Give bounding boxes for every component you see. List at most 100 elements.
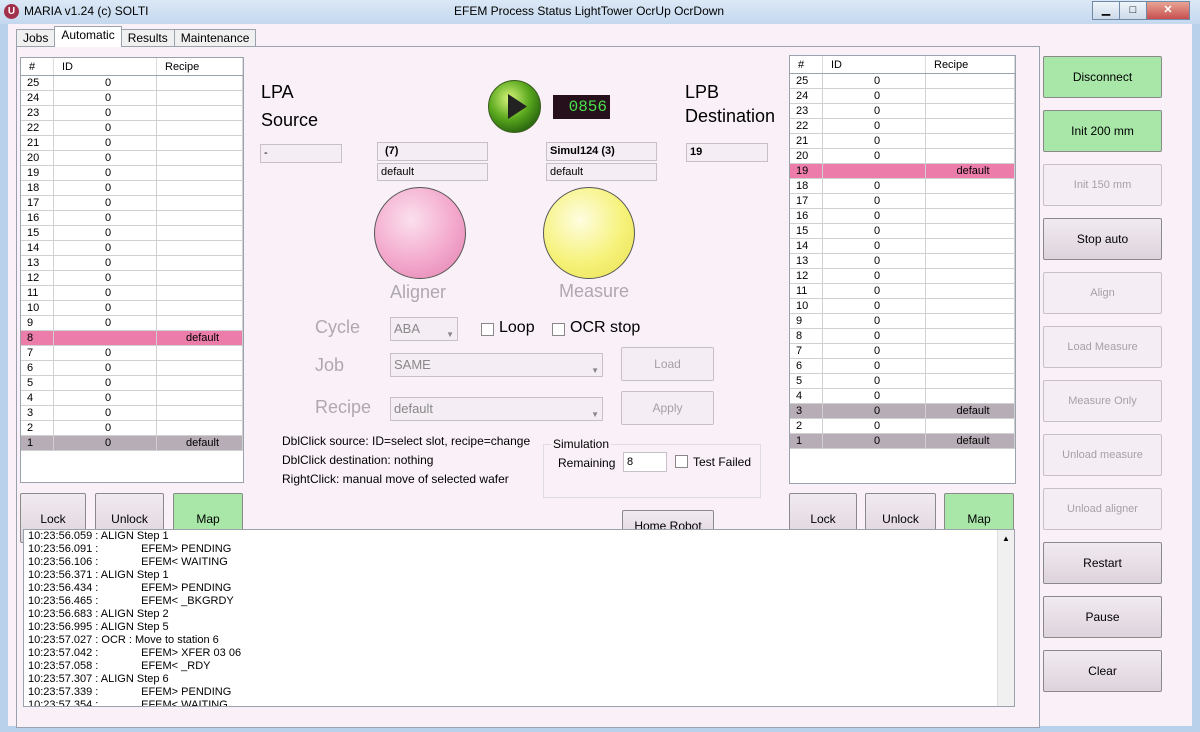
restart-button[interactable]: Restart [1043,542,1162,584]
lpa-slot-grid[interactable]: # ID Recipe 25 0 24 0 23 0 22 0 21 0 20 0 19 0 18 0 17 0 1… [20,57,244,483]
tab-results[interactable]: Results [120,29,175,47]
lpa-slot-row[interactable]: 18 0 [21,180,243,196]
init-150-mm-button[interactable]: Init 150 mm [1043,164,1162,206]
lpb-slot-row[interactable]: 24 0 [790,88,1015,104]
init-200-mm-button[interactable]: Init 200 mm [1043,110,1162,152]
clear-button[interactable]: Clear [1043,650,1162,692]
lpb-slot-row[interactable]: 19 default [790,163,1015,179]
lpb-slot-row[interactable]: 40 [790,388,1015,404]
lpa-slot-row[interactable]: 17 0 [21,195,243,211]
lpa-slot-row[interactable]: 50 [21,375,243,391]
wafer-recipe [156,225,243,241]
minimize-icon[interactable]: ▁ [1092,1,1120,20]
measure-only-button[interactable]: Measure Only [1043,380,1162,422]
lpa-slot-row[interactable]: 24 0 [21,90,243,106]
lpb-slot-row[interactable]: 60 [790,358,1015,374]
lpb-slot-row[interactable]: 12 0 [790,268,1015,284]
lpb-slot-row[interactable]: 22 0 [790,118,1015,134]
wafer-recipe [156,165,243,181]
pause-button[interactable]: Pause [1043,596,1162,638]
slot-number: 14 [790,238,823,254]
lpb-slot-row[interactable]: 15 0 [790,223,1015,239]
lpb-slot-row[interactable]: 16 0 [790,208,1015,224]
load-job-button[interactable]: Load [621,347,714,381]
play-button[interactable] [487,79,542,134]
app-icon: U [4,4,19,19]
remaining-input[interactable]: 8 [623,452,667,472]
lpa-slot-row[interactable]: 14 0 [21,240,243,256]
help-text-source: DblClick source: ID=select slot, recipe=… [282,434,531,448]
lpb-slot-row[interactable]: 18 0 [790,178,1015,194]
test-failed-checkbox[interactable] [675,455,688,468]
lpa-slot-row[interactable]: 40 [21,390,243,406]
lpb-slot-row[interactable]: 13 0 [790,253,1015,269]
lpa-slot-row[interactable]: 60 [21,360,243,376]
lpa-slot-row[interactable]: 20 [21,420,243,436]
lpa-slot-row[interactable]: 22 0 [21,120,243,136]
lpa-slot-row[interactable]: 25 0 [21,75,243,91]
wafer-id: 0 [53,225,157,241]
lpb-slot-row[interactable]: 50 [790,373,1015,389]
cycle-select[interactable]: ABA ▼ [390,317,458,341]
lpb-slot-row[interactable]: 21 0 [790,133,1015,149]
status-menu-title[interactable]: EFEM Process Status LightTower OcrUp Ocr… [454,4,724,18]
lpb-slot-row[interactable]: 80 [790,328,1015,344]
scroll-up-icon[interactable]: ▲ [998,534,1014,543]
tab-maintenance[interactable]: Maintenance [173,29,257,47]
lpa-slot-row[interactable]: 23 0 [21,105,243,121]
unload-aligner-button[interactable]: Unload aligner [1043,488,1162,530]
wafer-recipe [156,135,243,151]
lpb-slot-row[interactable]: 11 0 [790,283,1015,299]
wafer-id: 0 [822,103,926,119]
wafer-recipe [925,73,1015,89]
lpa-slot-row[interactable]: 12 0 [21,270,243,286]
lpa-slot-row[interactable]: 16 0 [21,210,243,226]
apply-recipe-button[interactable]: Apply [621,391,714,425]
lpa-slot-row[interactable]: 70 [21,345,243,361]
load-measure-button[interactable]: Load Measure [1043,326,1162,368]
lpa-slot-row[interactable]: 10 0 [21,300,243,316]
lpb-slot-row[interactable]: 23 0 [790,103,1015,119]
slot-number: 20 [21,150,54,166]
lpa-slot-row[interactable]: 19 0 [21,165,243,181]
loop-checkbox[interactable] [481,323,494,336]
ocr-stop-checkbox[interactable] [552,323,565,336]
align-button[interactable]: Align [1043,272,1162,314]
lpb-slot-row[interactable]: 20 [790,418,1015,434]
lpa-slot-row[interactable]: 15 0 [21,225,243,241]
tab-automatic[interactable]: Automatic [54,26,122,47]
lpa-slot-row[interactable]: 13 0 [21,255,243,271]
lpa-slot-row[interactable]: 20 0 [21,150,243,166]
unload-measure-button[interactable]: Unload measure [1043,434,1162,476]
lpb-slot-row[interactable]: 90 [790,313,1015,329]
log-scrollbar[interactable]: ▲ [997,530,1014,706]
lpa-slot-row[interactable]: 8 default [21,330,243,346]
event-log[interactable]: 10:23:56.059 : ALIGN Step 1 10:23:56.091 … [23,529,1015,707]
lpb-slot-row[interactable]: 10 0 [790,298,1015,314]
maximize-icon[interactable]: □ [1119,1,1147,20]
aligner-label: Aligner [390,282,447,302]
lpa-slot-row[interactable]: 1 0 default [21,435,243,451]
lpa-slot-row[interactable]: 21 0 [21,135,243,151]
stop-auto-button[interactable]: Stop auto [1043,218,1162,260]
disconnect-button[interactable]: Disconnect [1043,56,1162,98]
lpb-slot-grid[interactable]: # ID Recipe 25 0 24 0 23 0 22 0 21 0 20 0 19 default 1… [789,55,1016,484]
wafer-recipe [156,375,243,391]
lpb-slot-row[interactable]: 25 0 [790,73,1015,89]
wafer-id: 0 [53,210,157,226]
lpb-slot-row[interactable]: 1 0 default [790,433,1015,449]
lpb-slot-row[interactable]: 14 0 [790,238,1015,254]
lpb-slot-row[interactable]: 20 0 [790,148,1015,164]
slot-number: 18 [790,178,823,194]
close-icon[interactable]: ✕ [1146,1,1190,20]
lpb-slot-row[interactable]: 70 [790,343,1015,359]
tab-jobs[interactable]: Jobs [16,29,56,47]
column-header-number: # [21,58,54,76]
lpb-slot-row[interactable]: 17 0 [790,193,1015,209]
recipe-select[interactable]: default ▼ [390,397,603,421]
job-select[interactable]: SAME ▼ [390,353,603,377]
lpa-slot-row[interactable]: 30 [21,405,243,421]
lpa-slot-row[interactable]: 11 0 [21,285,243,301]
lpa-slot-row[interactable]: 90 [21,315,243,331]
lpb-slot-row[interactable]: 3 0 default [790,403,1015,419]
